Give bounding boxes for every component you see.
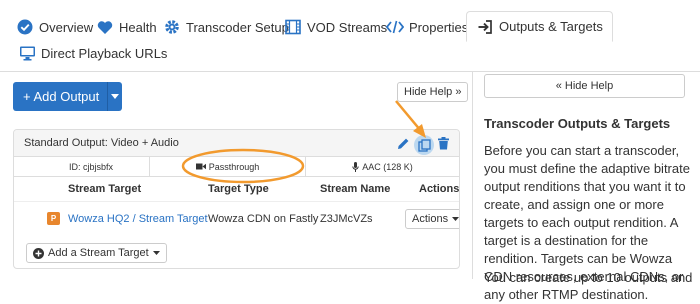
output-header: Standard Output: Video + Audio (14, 130, 459, 157)
monitor-icon (18, 44, 36, 62)
actions-label: Actions (412, 212, 449, 225)
chevron-down-icon (152, 251, 160, 255)
code-icon (386, 18, 404, 36)
target-type-cell: Wowza CDN on Fastly (208, 212, 319, 225)
help-title: Transcoder Outputs & Targets (484, 116, 671, 131)
gear-icon (163, 18, 181, 36)
output-info-row: ID: cjbjsbfx Passthrough AAC (128 K) (14, 157, 459, 177)
stream-target-link[interactable]: Wowza HQ2 / Stream Target (68, 213, 208, 225)
col-stream-name: Stream Name (320, 183, 391, 195)
copy-icon[interactable] (414, 135, 434, 155)
tab-label: Health (119, 19, 157, 35)
hide-help-panel-button[interactable]: « Hide Help (484, 74, 685, 98)
add-output-button[interactable]: + Add Output (13, 82, 122, 111)
film-icon (284, 18, 302, 36)
stream-name-cell: Z3JMcVZs (320, 212, 373, 225)
output-title: Standard Output: Video + Audio (24, 137, 179, 149)
tab-label: VOD Streams (307, 19, 388, 35)
plus-circle-icon (33, 247, 44, 259)
target-badge: P (47, 212, 60, 225)
panel-divider (472, 72, 473, 279)
annotation-arrow-line (395, 100, 422, 132)
tab-vod-streams[interactable]: VOD Streams (284, 12, 387, 42)
heart-icon (96, 18, 114, 36)
sign-in-icon (476, 18, 494, 36)
tab-label: Direct Playback URLs (41, 45, 168, 61)
add-output-label[interactable]: + Add Output (13, 82, 109, 111)
trash-icon[interactable] (438, 137, 449, 153)
tab-label: Transcoder Setup (186, 19, 289, 35)
tab-properties[interactable]: Properties (386, 12, 468, 42)
audio-codec: AAC (128 K) (362, 161, 413, 172)
tab-outputs-targets[interactable]: Outputs & Targets (466, 11, 613, 42)
add-stream-target-label: Add a Stream Target (48, 247, 149, 259)
video-codec: Passthrough (208, 161, 260, 172)
output-id: ID: cjbjsbfx (14, 157, 150, 176)
col-target-type: Target Type (208, 183, 269, 195)
tab-transcoder-setup[interactable]: Transcoder Setup (163, 12, 289, 42)
tab-label: Outputs & Targets (499, 19, 603, 34)
microphone-icon (352, 161, 359, 172)
tab-bar: Overview Health Transcoder Setup VOD Str… (0, 0, 700, 72)
target-table-header: Stream Target Target Type Stream Name Ac… (14, 177, 459, 201)
hide-help-button[interactable]: Hide Help » (397, 82, 469, 102)
check-circle-icon (16, 18, 34, 36)
col-stream-target: Stream Target (68, 183, 142, 195)
add-stream-target-button[interactable]: Add a Stream Target (26, 243, 167, 263)
tab-direct-playback-urls[interactable]: Direct Playback URLs (18, 38, 167, 68)
chevron-down-icon[interactable] (108, 82, 122, 111)
actions-button[interactable]: Actions (405, 208, 459, 229)
video-camera-icon (195, 163, 206, 170)
help-paragraph-2: You can create up to 10 outputs and as (484, 270, 694, 285)
chevron-down-icon (452, 216, 459, 221)
pencil-icon[interactable] (397, 137, 410, 153)
tab-label: Properties (409, 19, 469, 35)
tab-label: Overview (39, 19, 94, 35)
col-actions: Actions (419, 183, 460, 195)
table-row: P Wowza HQ2 / Stream Target Wowza CDN on… (14, 201, 459, 235)
output-panel: Standard Output: Video + Audio ID: cjbjs… (13, 129, 460, 269)
